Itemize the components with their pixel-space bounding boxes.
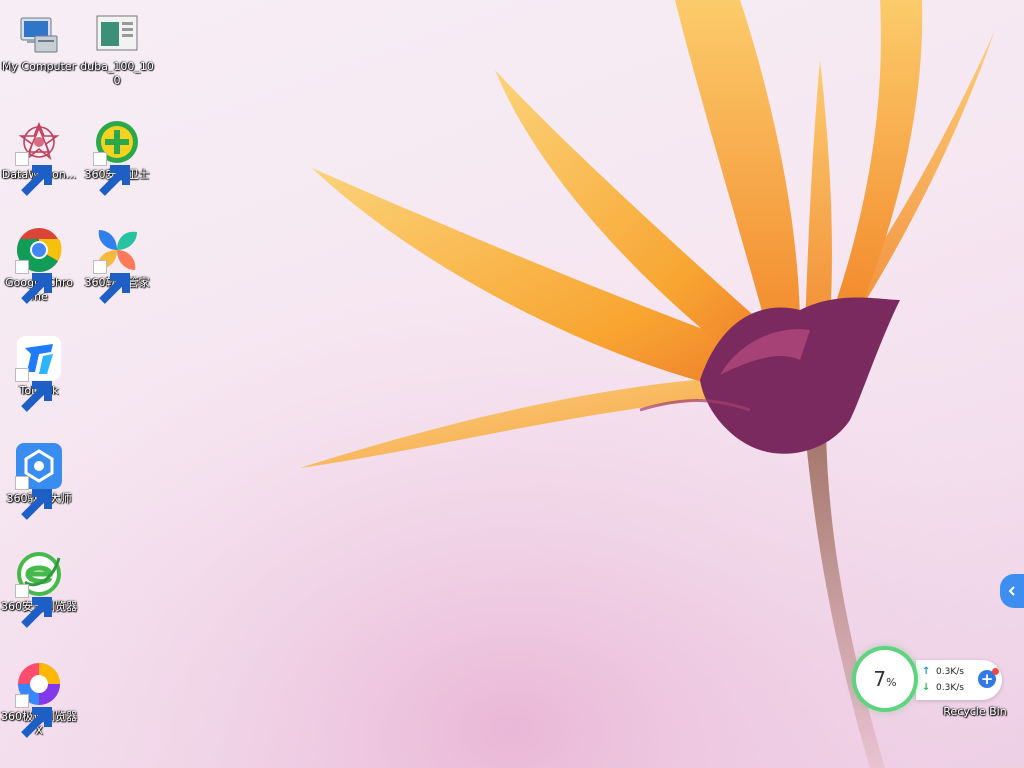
shortcut-arrow-icon [15, 584, 52, 628]
chrome-icon [15, 226, 63, 304]
desktop-icon-google-chrome[interactable]: Google Chrome [0, 218, 78, 304]
usage-percent: 7 [873, 667, 887, 691]
desktop-icon-360-speed-browser[interactable]: 360极速浏览器X [0, 652, 78, 738]
360-safe-browser-icon [15, 550, 63, 628]
360-safe-guard-icon [93, 118, 141, 196]
network-speed-widget[interactable]: ↑ 0.3K/s ↓ 0.3K/s + 7% [856, 646, 1006, 716]
shortcut-arrow-icon [93, 260, 130, 304]
shortcut-arrow-icon [15, 694, 52, 738]
desktop-icon-360-software-manager[interactable]: 360软件管家 [78, 218, 156, 304]
desktop-icon-label: My Computer [1, 60, 77, 73]
shortcut-arrow-icon [15, 152, 52, 196]
desktop-icon-360-safe-browser[interactable]: 360安全浏览器 [0, 542, 78, 628]
desktop-icon-360-driver-master[interactable]: 360驱动大师 [0, 434, 78, 520]
memory-usage-ring[interactable]: 7% [856, 650, 914, 708]
todesk-icon [15, 334, 63, 412]
desktop-icon-todesk[interactable]: ToDesk [0, 326, 78, 412]
upload-speed: 0.3K/s [936, 666, 964, 677]
desktop-icon-label: duba_100_100 [80, 60, 154, 87]
shortcut-arrow-icon [15, 260, 52, 304]
datawagon-icon [15, 118, 63, 196]
accelerate-button[interactable]: + [978, 668, 999, 688]
desktop-icon-my-computer[interactable]: My Computer [0, 2, 78, 74]
chevron-left-icon [1008, 586, 1015, 596]
side-panel-toggle-button[interactable] [1000, 574, 1024, 608]
360-speed-browser-icon [15, 660, 63, 738]
shortcut-arrow-icon [15, 368, 52, 412]
shortcut-arrow-icon [93, 152, 130, 196]
360-driver-master-icon [15, 442, 63, 520]
desktop-icon-duba[interactable]: duba_100_100 [78, 2, 156, 88]
360-software-manager-icon [93, 226, 141, 304]
upload-arrow-icon: ↑ [922, 666, 931, 677]
duba-file-icon [93, 10, 141, 58]
download-arrow-icon: ↓ [922, 682, 931, 693]
percent-sign: % [886, 675, 897, 689]
shortcut-arrow-icon [15, 476, 52, 520]
download-speed: 0.3K/s [936, 682, 964, 693]
desktop-icon-datawagon[interactable]: DataWagon... [0, 110, 78, 196]
speed-panel: ↑ 0.3K/s ↓ 0.3K/s + [916, 660, 1002, 700]
desktop-icon-360-safe[interactable]: 360安全卫士 [78, 110, 156, 196]
upload-speed-row: ↑ 0.3K/s [922, 666, 964, 677]
download-speed-row: ↓ 0.3K/s [922, 682, 964, 693]
computer-icon [15, 10, 63, 58]
